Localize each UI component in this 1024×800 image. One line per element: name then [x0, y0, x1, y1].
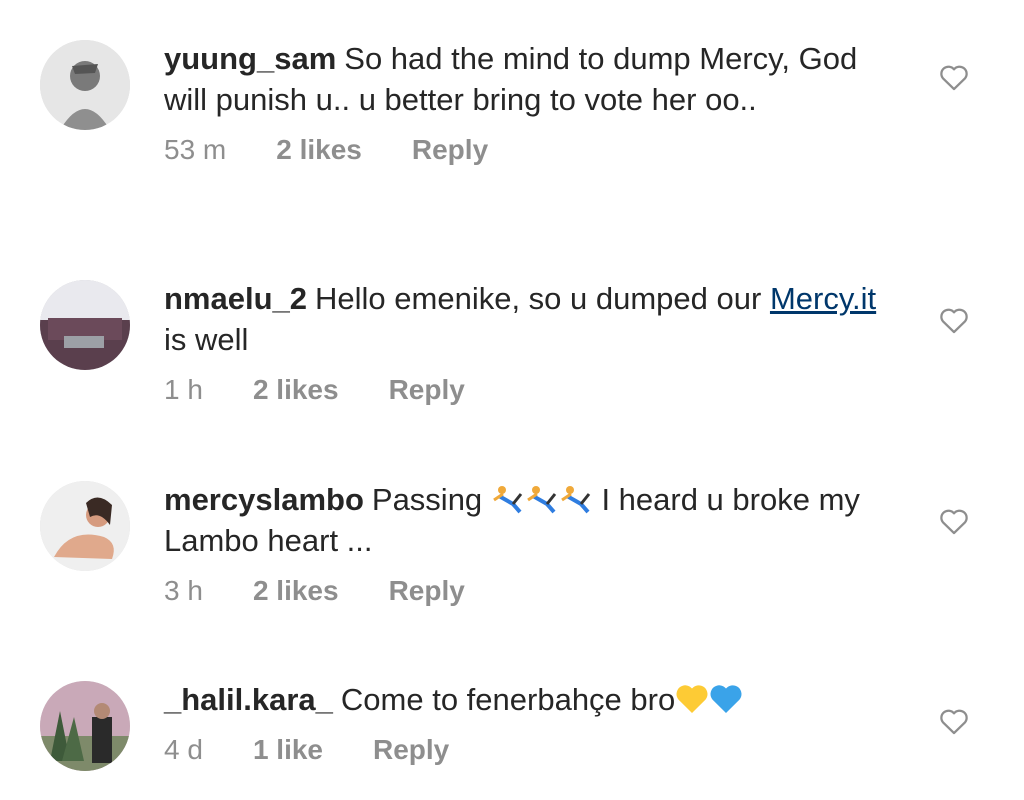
user-avatar-icon: [40, 40, 130, 130]
comment-text: _halil.kara_ Come to fenerbahçe bro: [164, 679, 884, 720]
comment-likes[interactable]: 2 likes: [253, 575, 339, 607]
avatar[interactable]: [40, 280, 130, 370]
like-button[interactable]: [937, 303, 971, 337]
comment-username[interactable]: mercyslambo: [164, 482, 364, 517]
like-button[interactable]: [937, 504, 971, 538]
yellow-heart-icon: [676, 685, 708, 713]
comment-content: is well: [164, 322, 249, 357]
heart-outline-icon: [940, 509, 968, 535]
heart-outline-icon: [940, 65, 968, 91]
user-avatar-icon: [40, 280, 130, 370]
comment-text: nmaelu_2 Hello emenike, so u dumped our M…: [164, 278, 884, 360]
comment-time: 53 m: [164, 134, 227, 165]
comment-username[interactable]: yuung_sam: [164, 41, 336, 76]
comment-time: 1 h: [164, 374, 203, 405]
comment-content: Passing: [371, 482, 483, 517]
user-avatar-icon: [40, 681, 130, 771]
blue-heart-icon: [710, 685, 742, 713]
comment-likes[interactable]: 1 like: [253, 734, 323, 766]
comment-content: Come to fenerbahçe bro: [340, 682, 676, 717]
comment-username[interactable]: nmaelu_2: [164, 281, 307, 316]
comment-meta: 53 m 2 likes Reply: [164, 134, 884, 166]
comment-link[interactable]: Mercy.it: [770, 281, 876, 316]
comment-meta: 1 h 2 likes Reply: [164, 374, 884, 406]
avatar[interactable]: [40, 40, 130, 130]
heart-outline-icon: [940, 709, 968, 735]
avatar[interactable]: [40, 681, 130, 771]
comment-time: 4 d: [164, 734, 203, 765]
comment-text: yuung_sam So had the mind to dump Mercy, …: [164, 38, 884, 120]
reply-button[interactable]: Reply: [412, 134, 488, 166]
like-button[interactable]: [937, 704, 971, 738]
comment-content: Hello emenike, so u dumped our: [315, 281, 762, 316]
person-cartwheeling-icon: [560, 486, 590, 514]
comment-likes[interactable]: 2 likes: [253, 374, 339, 406]
comment-time: 3 h: [164, 575, 203, 606]
comment-username[interactable]: _halil.kara_: [164, 682, 333, 717]
heart-outline-icon: [940, 308, 968, 334]
comment-meta: 4 d 1 like Reply: [164, 734, 884, 766]
avatar[interactable]: [40, 481, 130, 571]
person-cartwheeling-icon: [492, 486, 522, 514]
person-cartwheeling-icon: [526, 486, 556, 514]
like-button[interactable]: [937, 60, 971, 94]
reply-button[interactable]: Reply: [389, 575, 465, 607]
comment-meta: 3 h 2 likes Reply: [164, 575, 884, 607]
reply-button[interactable]: Reply: [373, 734, 449, 766]
user-avatar-icon: [40, 481, 130, 571]
comment-text: mercyslambo Passing I heard u broke my La…: [164, 479, 884, 561]
comment-likes[interactable]: 2 likes: [276, 134, 362, 166]
reply-button[interactable]: Reply: [389, 374, 465, 406]
